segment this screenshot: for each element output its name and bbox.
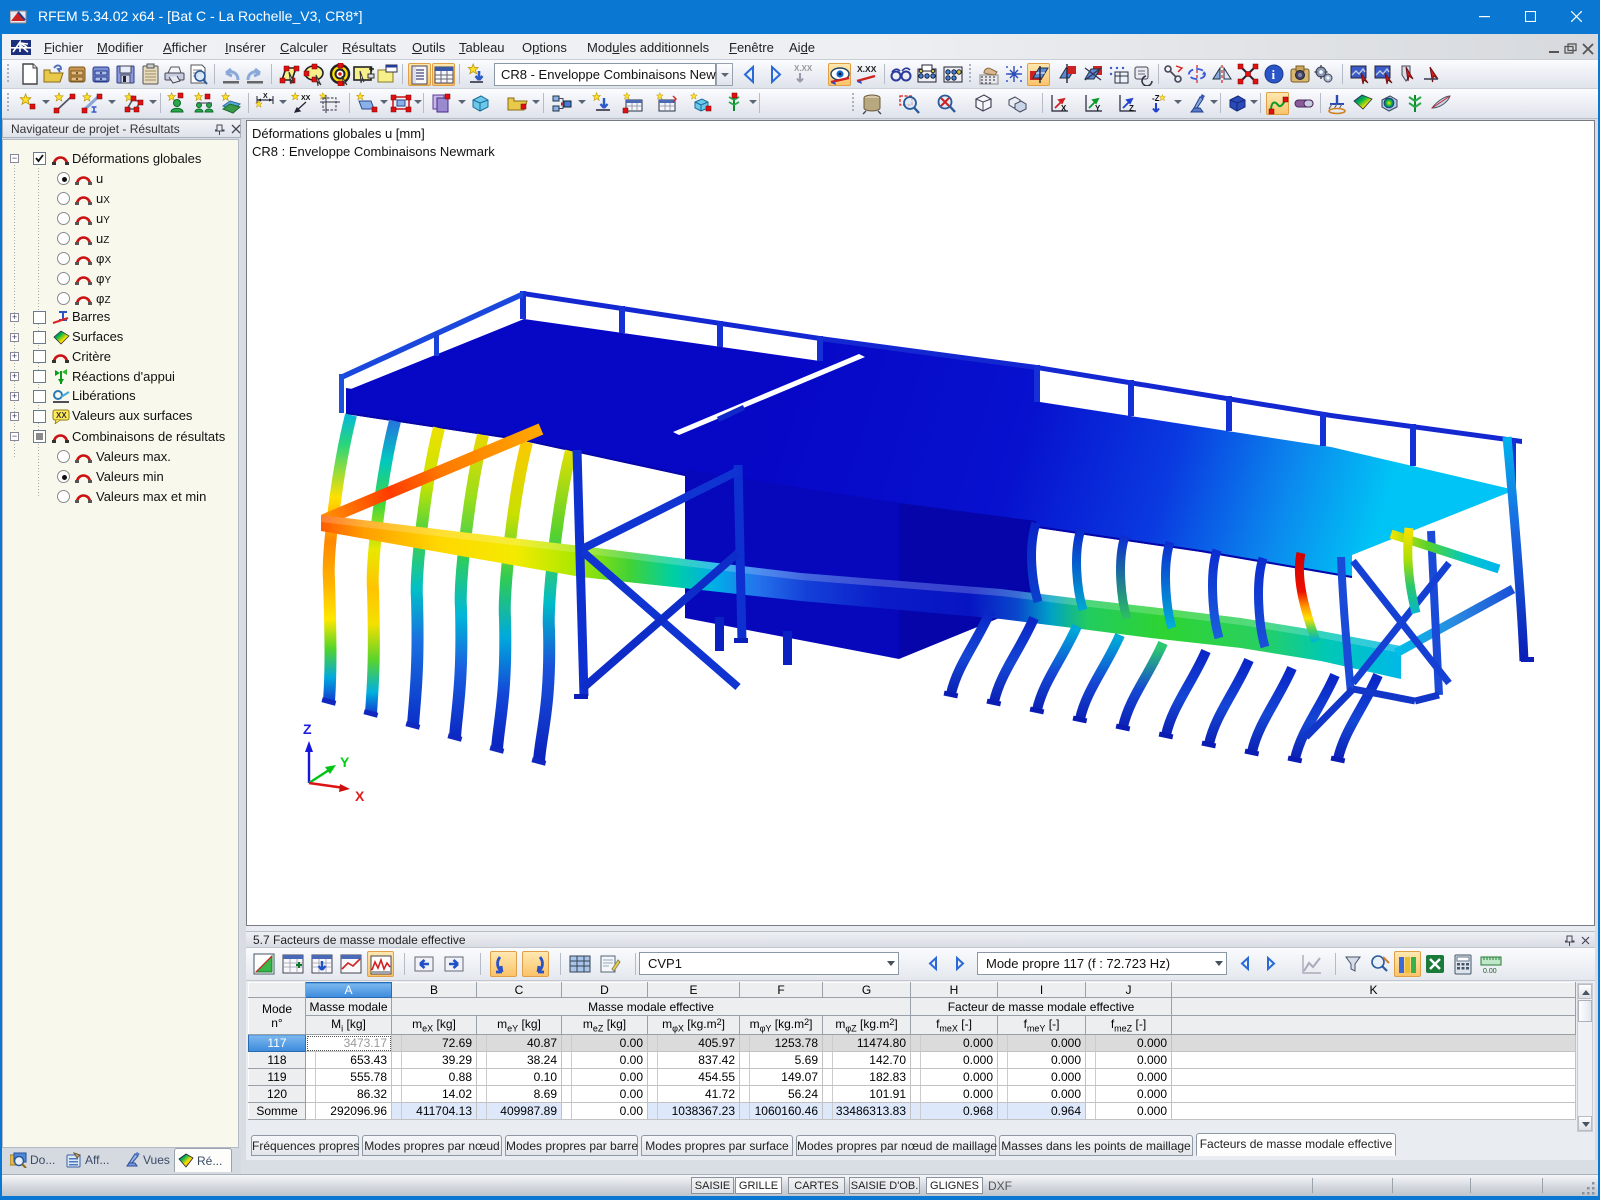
svg-text:XX: XX [56, 411, 67, 420]
svg-text:Y: Y [1095, 104, 1101, 113]
svg-text:X: X [263, 93, 268, 100]
svg-text:-Z: -Z [1152, 94, 1160, 103]
svg-text:X: X [1061, 104, 1067, 113]
svg-text:X.XX: X.XX [857, 64, 877, 74]
svg-text:0.00: 0.00 [1483, 968, 1497, 975]
svg-text:i: i [1272, 67, 1276, 82]
svg-text:X.XX: X.XX [794, 64, 813, 73]
svg-text:XX: XX [301, 95, 311, 102]
svg-text:Z: Z [1129, 104, 1134, 113]
